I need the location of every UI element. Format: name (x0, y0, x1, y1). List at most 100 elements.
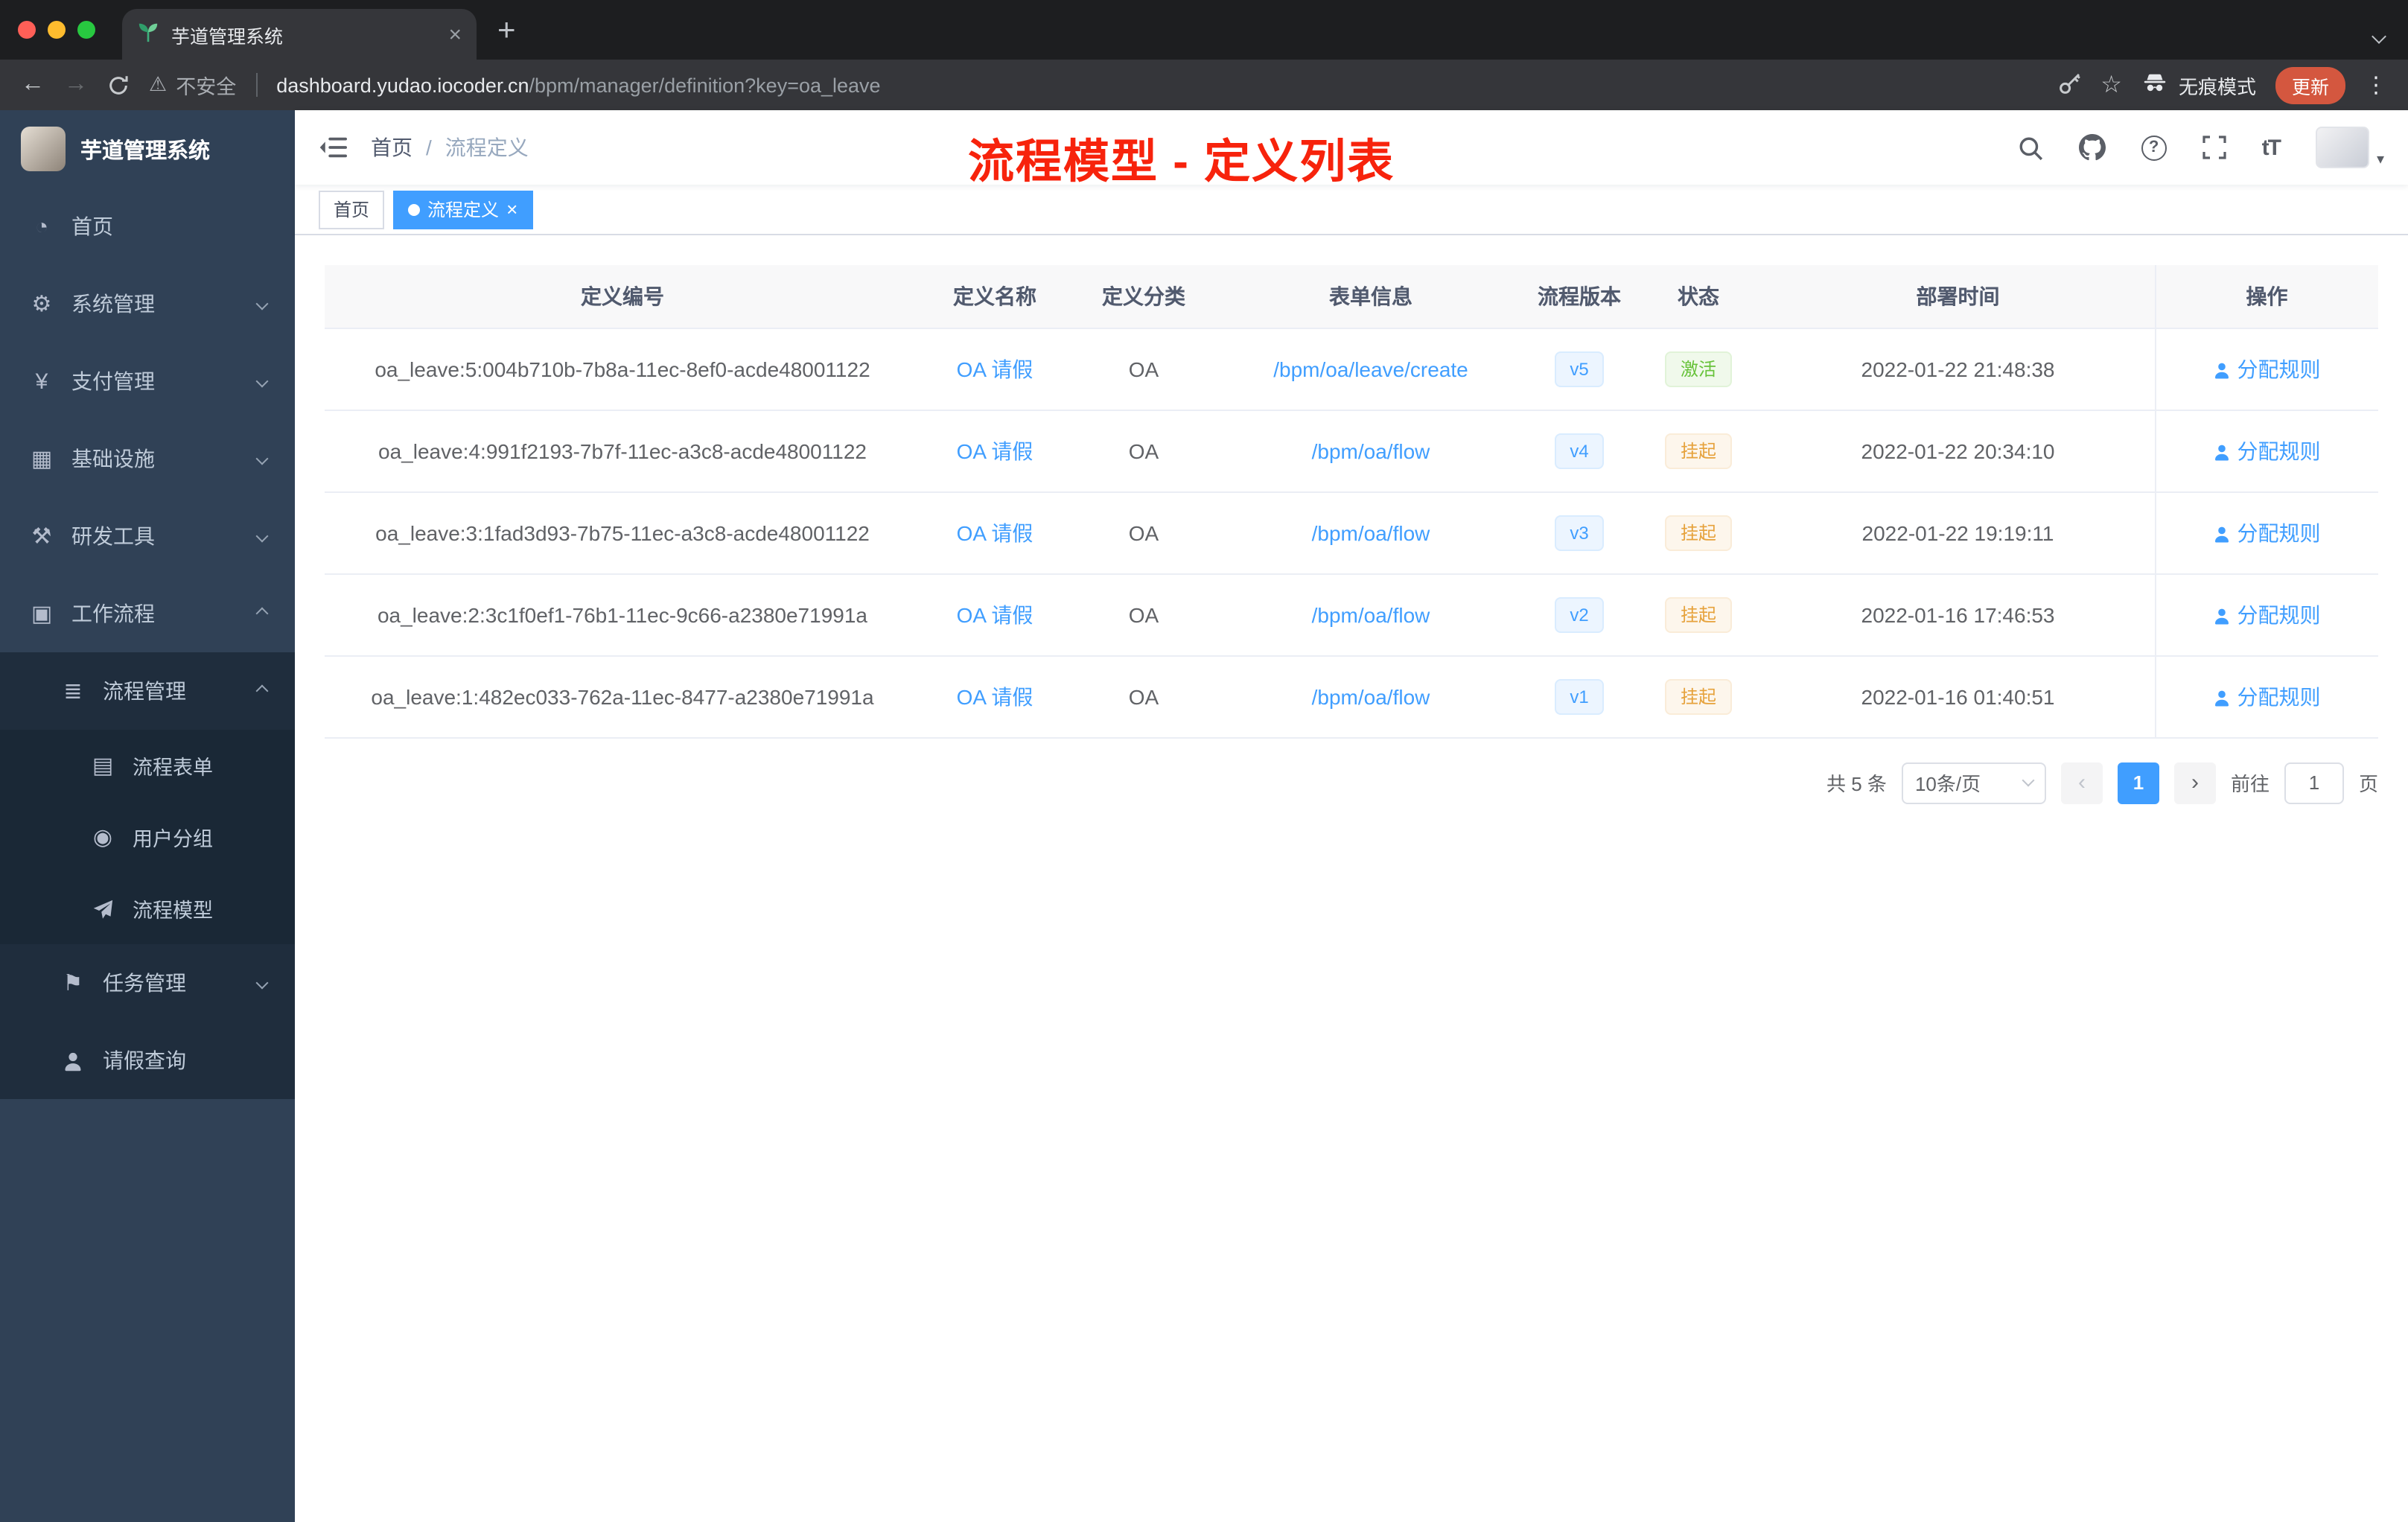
maximize-window-button[interactable] (77, 21, 95, 39)
assign-rule-label: 分配规则 (2237, 439, 2321, 462)
sidebar-item-task-management[interactable]: ⚑ 任务管理 (0, 944, 295, 1022)
assign-rule-button[interactable]: 分配规则 (2214, 357, 2321, 380)
tab-search-button[interactable] (2372, 22, 2386, 49)
sidebar-toggle-icon[interactable] (319, 136, 347, 159)
assign-rule-button[interactable]: 分配规则 (2214, 439, 2321, 462)
sidebar-item-label: 用户分组 (133, 828, 213, 850)
definition-category: OA (1069, 410, 1218, 492)
reload-button[interactable] (107, 74, 130, 96)
table-cell: /bpm/oa/leave/create (1218, 328, 1523, 410)
sidebar-item-label: 首页 (71, 214, 113, 238)
definition-id: oa_leave:1:482ec033-762a-11ec-8477-a2380… (325, 655, 920, 738)
window-controls (18, 21, 95, 39)
goto-page-input[interactable] (2284, 762, 2344, 803)
col-header-actions: 操作 (2154, 265, 2378, 328)
browser-tabstrip: 芋道管理系统 × + (0, 0, 2408, 60)
assign-rule-button[interactable]: 分配规则 (2214, 684, 2321, 708)
table-cell: v1 (1523, 655, 1635, 738)
col-header-form: 表单信息 (1218, 265, 1523, 328)
form-link[interactable]: /bpm/oa/leave/create (1273, 357, 1468, 380)
definition-name-link[interactable]: OA 请假 (957, 602, 1033, 626)
new-tab-button[interactable]: + (497, 14, 516, 45)
sidebar: 芋道管理系统 ◔ 首页 ⚙ 系统管理 ¥ 支付管理 ▦ 基础设施 ⚒ 研发工具 … (0, 110, 295, 1522)
infrastructure-icon: ▦ (31, 447, 53, 472)
chevron-down-icon (255, 452, 269, 465)
assign-rule-label: 分配规则 (2237, 520, 2321, 544)
page-size-value: 10条/页 (1914, 773, 1981, 795)
next-page-button[interactable]: › (2173, 762, 2216, 803)
form-link[interactable]: /bpm/oa/flow (1312, 520, 1430, 544)
tab-close-icon[interactable]: × (448, 22, 462, 47)
col-header-name: 定义名称 (920, 265, 1069, 328)
sidebar-item-label: 基础设施 (71, 447, 155, 471)
definition-name-link[interactable]: OA 请假 (957, 357, 1033, 380)
status-badge: 激活 (1665, 351, 1731, 386)
github-icon[interactable] (2078, 134, 2106, 161)
sidebar-item-home[interactable]: ◔ 首页 (0, 188, 295, 265)
table-cell: OA 请假 (920, 573, 1069, 656)
font-size-icon[interactable]: tT (2262, 135, 2281, 160)
chevron-down-icon (255, 375, 269, 388)
tab-favicon-icon (137, 21, 159, 48)
assign-rule-button[interactable]: 分配规则 (2214, 602, 2321, 626)
page-number-button[interactable]: 1 (2117, 762, 2159, 803)
chevron-down-icon (255, 297, 269, 311)
table-cell: 激活 (1635, 328, 1762, 410)
sidebar-item-system[interactable]: ⚙ 系统管理 (0, 265, 295, 343)
assign-rule-label: 分配规则 (2237, 602, 2321, 626)
sidebar-item-label: 流程表单 (133, 757, 213, 779)
close-window-button[interactable] (18, 21, 36, 39)
sidebar-item-user-group[interactable]: ◉ 用户分组 (0, 801, 295, 873)
sidebar-item-process-model[interactable]: 流程模型 (0, 873, 295, 944)
sidebar-item-infrastructure[interactable]: ▦ 基础设施 (0, 420, 295, 497)
col-header-category: 定义分类 (1069, 265, 1218, 328)
bookmark-star-icon[interactable]: ☆ (2100, 70, 2122, 100)
close-icon[interactable]: × (506, 200, 517, 219)
table-cell: OA 请假 (920, 328, 1069, 410)
help-icon[interactable]: ? (2141, 135, 2167, 160)
pagination: 共 5 条 10条/页 ‹ 1 › 前往 页 (325, 762, 2378, 803)
sidebar-item-payment[interactable]: ¥ 支付管理 (0, 343, 295, 420)
back-button[interactable]: ← (21, 72, 45, 97)
search-icon[interactable] (2018, 135, 2043, 160)
table-cell: v2 (1523, 573, 1635, 656)
browser-tab[interactable]: 芋道管理系统 × (122, 9, 477, 60)
security-label: 不安全 (176, 76, 237, 98)
prev-page-button[interactable]: ‹ (2060, 762, 2103, 803)
breadcrumb-home[interactable]: 首页 (371, 133, 413, 162)
minimize-window-button[interactable] (48, 21, 66, 39)
table-row: oa_leave:4:991f2193-7b7f-11ec-a3c8-acde4… (325, 410, 2378, 492)
incognito-badge: 无痕模式 (2141, 69, 2256, 101)
form-link[interactable]: /bpm/oa/flow (1312, 602, 1430, 626)
sidebar-item-devtools[interactable]: ⚒ 研发工具 (0, 497, 295, 575)
url-separator (255, 73, 258, 97)
warning-icon: ⚠ (149, 73, 168, 95)
fullscreen-icon[interactable] (2202, 136, 2226, 159)
security-indicator[interactable]: ⚠ 不安全 (149, 70, 236, 100)
update-button[interactable]: 更新 (2275, 66, 2345, 104)
table-cell: /bpm/oa/flow (1218, 573, 1523, 656)
page-content: 定义编号 定义名称 定义分类 表单信息 流程版本 状态 部署时间 操作 oa_l (295, 235, 2408, 1522)
sidebar-item-leave-query[interactable]: 请假查询 (0, 1022, 295, 1099)
password-key-icon[interactable] (2057, 71, 2081, 99)
browser-menu-button[interactable]: ⋮ (2365, 71, 2387, 98)
sidebar-item-label: 流程模型 (133, 899, 213, 922)
sidebar-item-process-management[interactable]: ≣ 流程管理 (0, 652, 295, 730)
definition-name-link[interactable]: OA 请假 (957, 520, 1033, 544)
sidebar-item-process-form[interactable]: ▤ 流程表单 (0, 730, 295, 801)
user-menu[interactable]: ▾ (2315, 127, 2384, 168)
caret-down-icon: ▾ (2376, 152, 2384, 168)
tags-view-bar: 首页 流程定义 × (295, 185, 2408, 235)
app-shell: 芋道管理系统 ◔ 首页 ⚙ 系统管理 ¥ 支付管理 ▦ 基础设施 ⚒ 研发工具 … (0, 110, 2408, 1522)
sidebar-item-workflow[interactable]: ▣ 工作流程 (0, 575, 295, 652)
definition-name-link[interactable]: OA 请假 (957, 439, 1033, 462)
address-bar[interactable]: dashboard.yudao.iocoder.cn/bpm/manager/d… (276, 74, 2038, 96)
page-size-select[interactable]: 10条/页 (1901, 762, 2046, 803)
assign-rule-button[interactable]: 分配规则 (2214, 520, 2321, 544)
form-link[interactable]: /bpm/oa/flow (1312, 439, 1430, 462)
tag-home[interactable]: 首页 (319, 190, 385, 229)
definition-name-link[interactable]: OA 请假 (957, 684, 1033, 708)
forward-button[interactable]: → (64, 72, 88, 97)
tag-process-definition[interactable]: 流程定义 × (393, 190, 533, 229)
form-link[interactable]: /bpm/oa/flow (1312, 684, 1430, 708)
